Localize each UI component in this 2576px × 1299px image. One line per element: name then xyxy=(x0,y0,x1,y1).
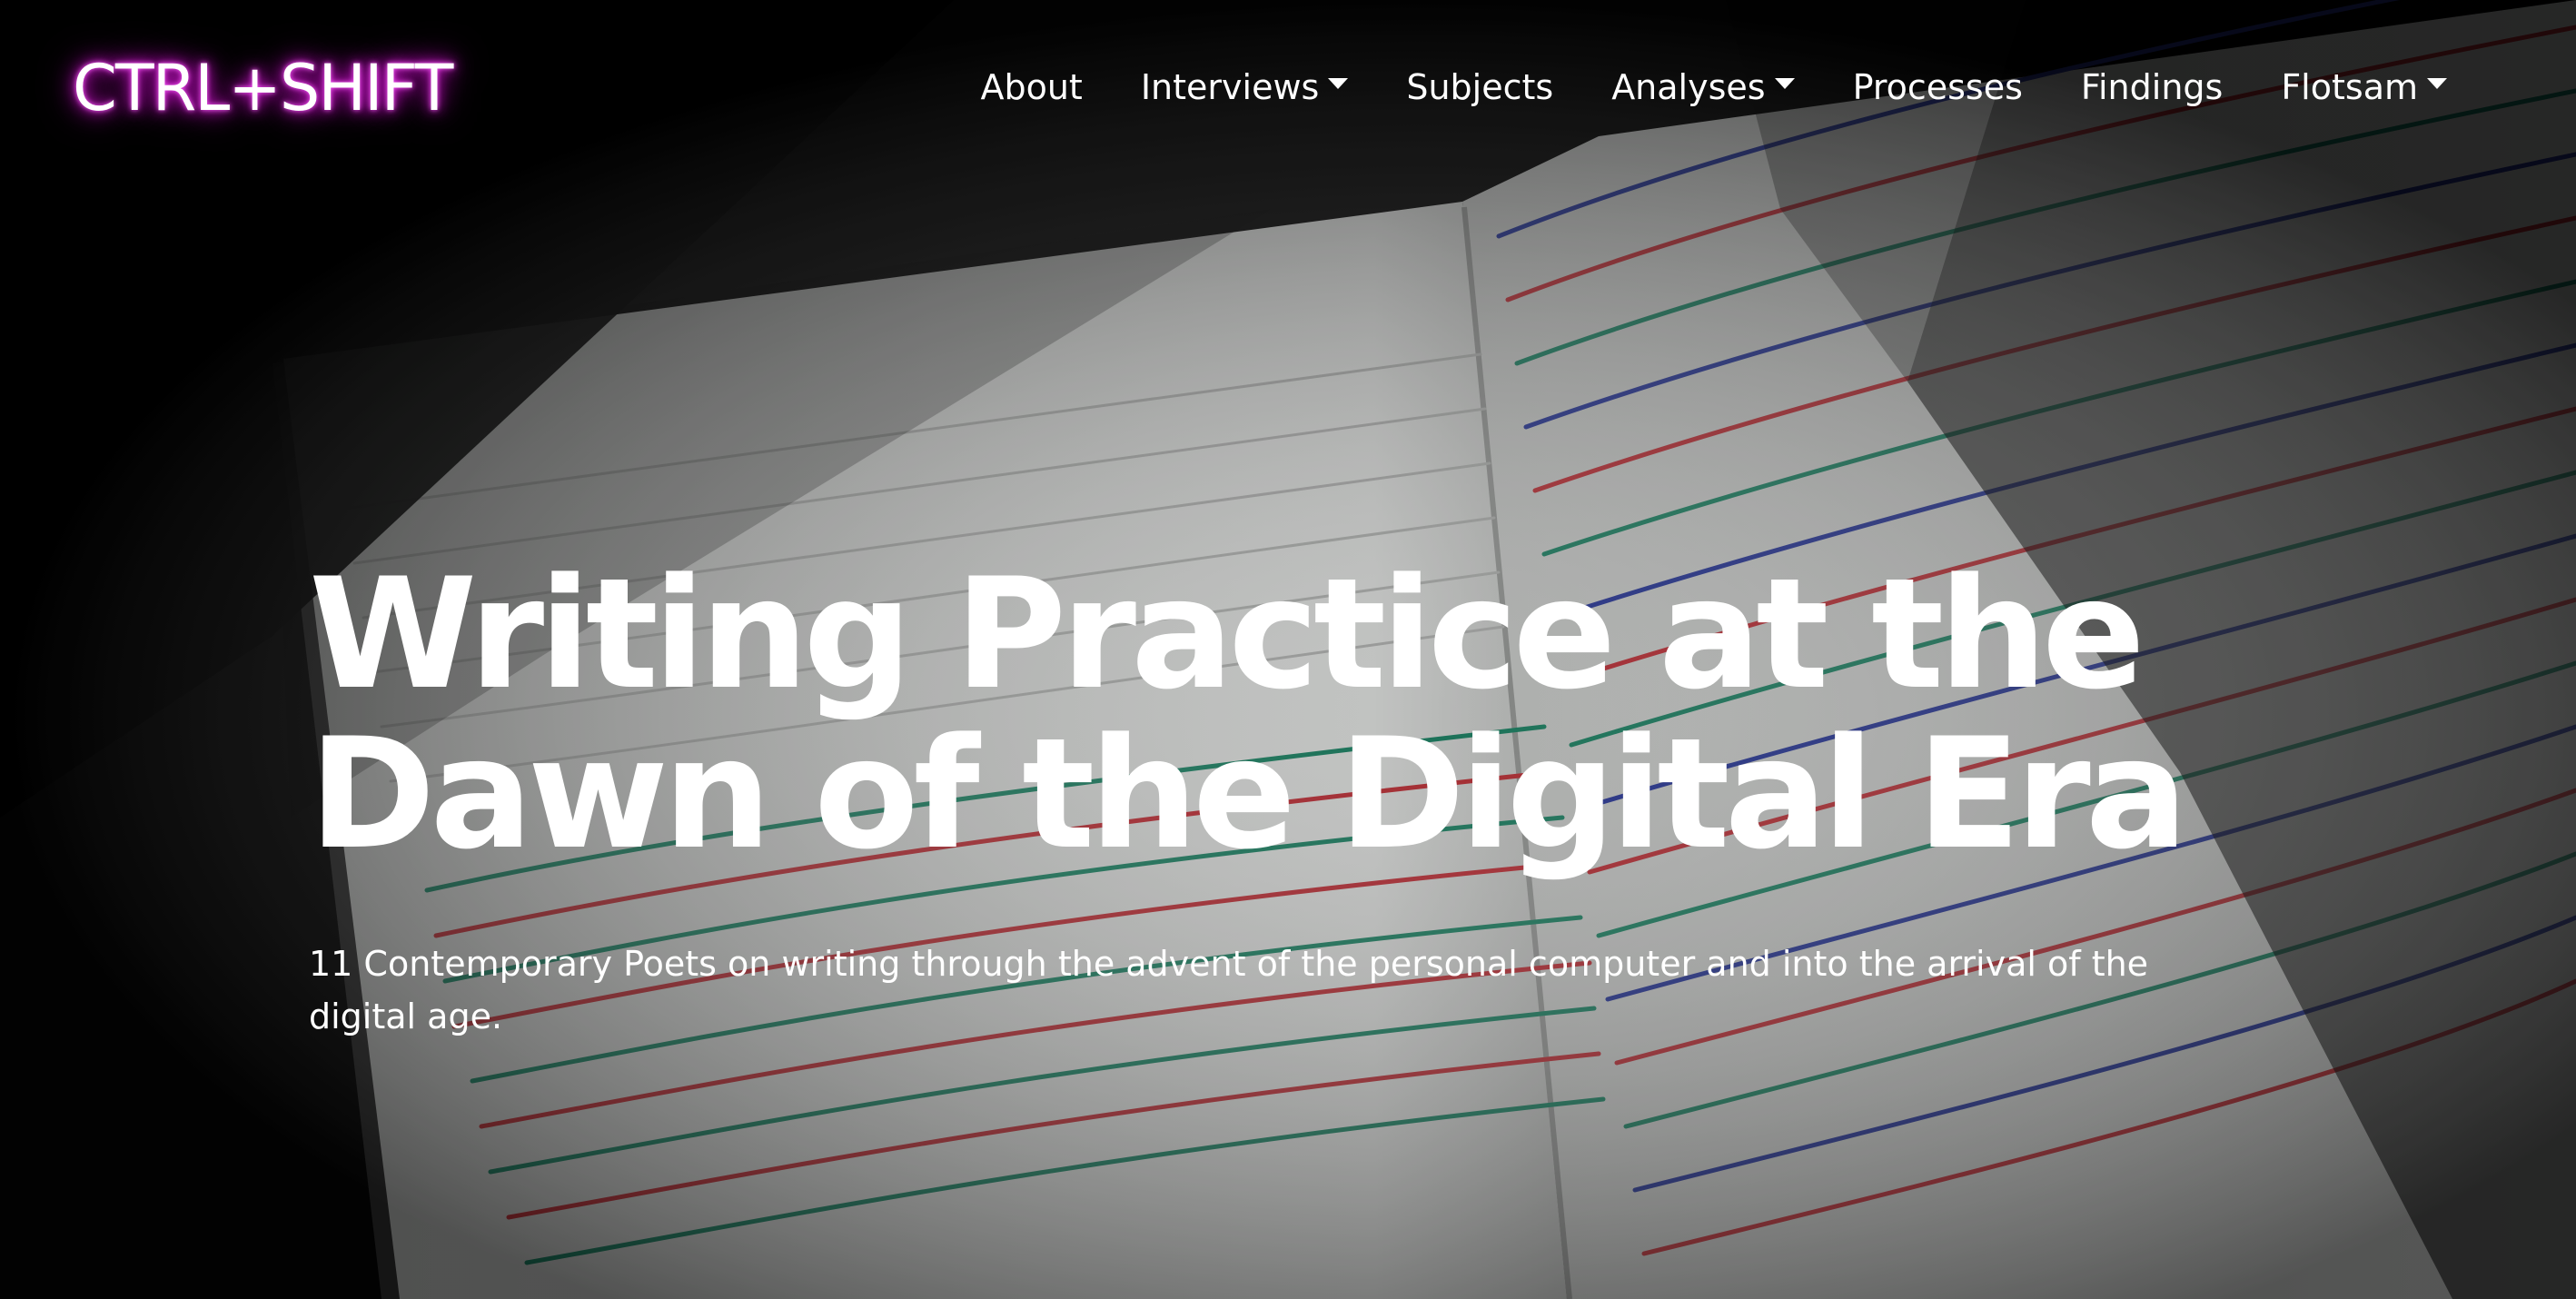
nav-item-label: Flotsam xyxy=(2281,67,2418,107)
nav-menu: About Interviews Subjects Analyses Proce… xyxy=(980,60,2447,114)
nav-item-subjects[interactable]: Subjects xyxy=(1406,60,1553,114)
nav-item-processes[interactable]: Processes xyxy=(1853,60,2023,114)
nav-item-label: Interviews xyxy=(1140,67,1320,107)
caret-down-icon xyxy=(1328,78,1349,89)
top-navbar: CTRL+SHIFT About Interviews Subjects Ana… xyxy=(0,0,2576,182)
nav-item-about[interactable]: About xyxy=(980,60,1082,114)
nav-item-label: Analyses xyxy=(1611,67,1766,107)
caret-down-icon xyxy=(2427,78,2447,89)
hero-subtitle: 11 Contemporary Poets on writing through… xyxy=(309,944,2149,1036)
hero-section: Writing Practice at the Dawn of the Digi… xyxy=(309,554,2307,1043)
nav-item-label: Subjects xyxy=(1406,67,1554,107)
caret-down-icon xyxy=(1774,78,1795,89)
nav-item-findings[interactable]: Findings xyxy=(2081,60,2223,114)
nav-item-analyses[interactable]: Analyses xyxy=(1611,60,1795,114)
nav-item-interviews[interactable]: Interviews xyxy=(1141,60,1349,114)
brand-logo[interactable]: CTRL+SHIFT xyxy=(73,47,453,129)
hero-title: Writing Practice at the Dawn of the Digi… xyxy=(309,545,2188,883)
nav-item-label: Findings xyxy=(2080,67,2224,107)
nav-item-flotsam[interactable]: Flotsam xyxy=(2281,60,2447,114)
nav-item-label: Processes xyxy=(1852,67,2023,107)
nav-item-label: About xyxy=(980,67,1083,107)
page: CTRL+SHIFT About Interviews Subjects Ana… xyxy=(0,0,2576,1299)
